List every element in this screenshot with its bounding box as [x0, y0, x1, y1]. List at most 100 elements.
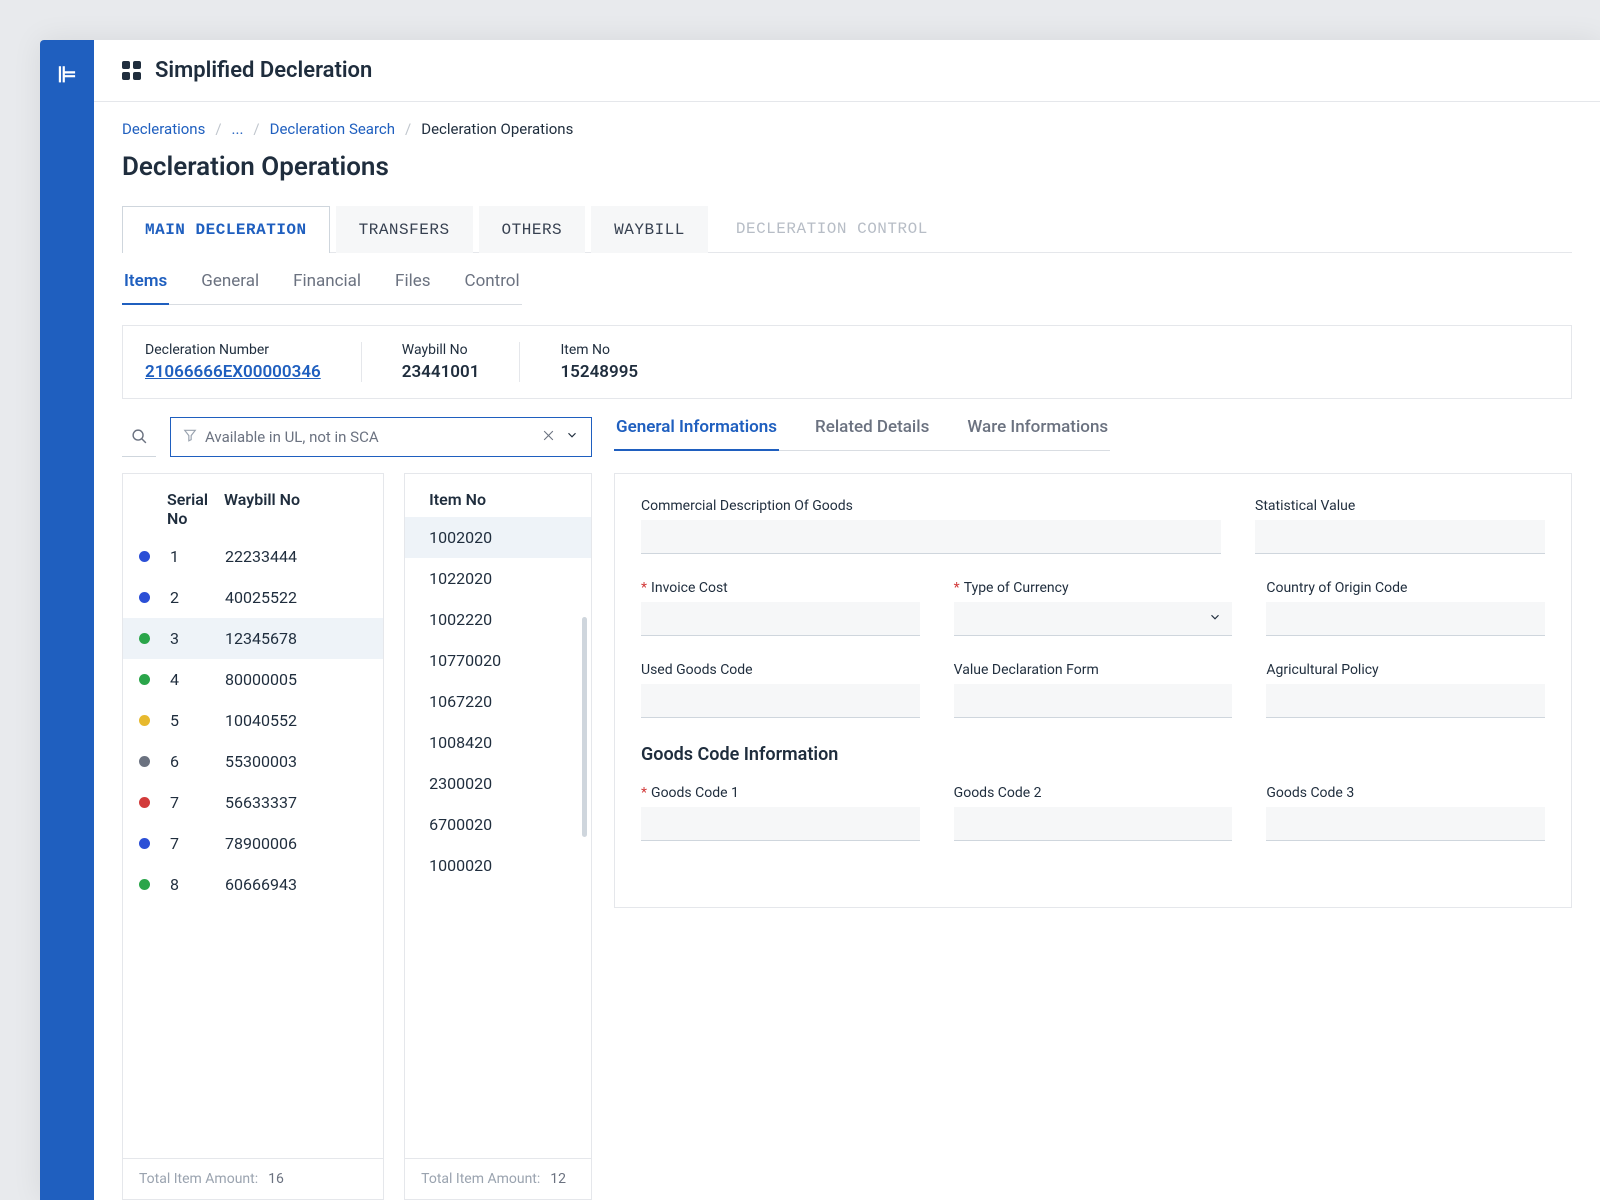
- cell-waybill: 80000005: [225, 670, 297, 689]
- field-type-currency: *Type of Currency: [954, 580, 1233, 636]
- filter-icon: [183, 428, 197, 446]
- item-list-panel: Item No 10020201022020100222010770020 106…: [404, 473, 592, 1200]
- used-goods-input[interactable]: [641, 684, 920, 718]
- origin-code-input[interactable]: [1266, 602, 1545, 636]
- footer-label: Total Item Amount:: [421, 1171, 540, 1187]
- type-currency-select[interactable]: [954, 602, 1233, 636]
- field-used-goods: Used Goods Code: [641, 662, 920, 718]
- table-row[interactable]: 1002020: [405, 517, 591, 558]
- cell-waybill: 56633337: [225, 793, 297, 812]
- app-title: Simplified Decleration: [155, 58, 372, 83]
- sidebar-rail: ⊫: [40, 40, 94, 1200]
- detail-tab-related-details[interactable]: Related Details: [813, 417, 931, 450]
- field-invoice-cost: *Invoice Cost: [641, 580, 920, 636]
- footer-label: Total Item Amount:: [139, 1171, 258, 1187]
- subtab-files[interactable]: Files: [393, 271, 432, 304]
- table-row[interactable]: 1067220: [405, 681, 591, 722]
- subtab-items[interactable]: Items: [122, 271, 169, 305]
- filter-select[interactable]: Available in UL, not in SCA: [170, 417, 592, 457]
- info-value: 15248995: [560, 362, 638, 382]
- cell-waybill: 22233444: [225, 547, 297, 566]
- goods-3-input[interactable]: [1266, 807, 1545, 841]
- field-label: Statistical Value: [1255, 498, 1545, 514]
- breadcrumb-root[interactable]: Declerations: [122, 120, 205, 138]
- commercial-desc-input[interactable]: [641, 520, 1221, 554]
- detail-tabs: General Informations Related Details Ware …: [614, 417, 1110, 451]
- cell-waybill: 55300003: [225, 752, 297, 771]
- left-column: Available in UL, not in SCA: [122, 417, 592, 1200]
- tab-main-decleration[interactable]: MAIN DECLERATION: [122, 206, 330, 253]
- breadcrumb-sep: /: [253, 120, 259, 138]
- table-row[interactable]: 6700020: [405, 804, 591, 845]
- table-row[interactable]: 860666943: [123, 864, 383, 905]
- status-dot-icon: [139, 879, 150, 890]
- info-label: Waybill No: [402, 342, 480, 358]
- table-row[interactable]: 312345678: [123, 618, 383, 659]
- search-icon: [131, 428, 148, 445]
- cell-item: 1067220: [429, 692, 492, 711]
- detail-tab-ware-informations[interactable]: Ware Informations: [965, 417, 1110, 450]
- table-row[interactable]: 10770020: [405, 640, 591, 681]
- cell-waybill: 12345678: [225, 629, 297, 648]
- search-button[interactable]: [122, 417, 156, 457]
- tab-transfers[interactable]: TRANSFERS: [336, 206, 473, 253]
- table-row[interactable]: 480000005: [123, 659, 383, 700]
- col-waybill: Waybill No: [224, 490, 300, 528]
- value-decl-input[interactable]: [954, 684, 1233, 718]
- tab-waybill[interactable]: WAYBILL: [591, 206, 708, 253]
- app-header: Simplified Decleration: [94, 40, 1600, 102]
- cell-serial: 6: [170, 752, 225, 771]
- invoice-cost-input[interactable]: [641, 602, 920, 636]
- table-row[interactable]: 1000020: [405, 845, 591, 886]
- list-header: Item No: [405, 474, 591, 517]
- table-row[interactable]: 2300020: [405, 763, 591, 804]
- cell-item: 2300020: [429, 774, 492, 793]
- table-row[interactable]: 1002220: [405, 599, 591, 640]
- table-row[interactable]: 240025522: [123, 577, 383, 618]
- table-row[interactable]: 756633337: [123, 782, 383, 823]
- work-row: Available in UL, not in SCA: [122, 417, 1572, 1200]
- subtab-financial[interactable]: Financial: [291, 271, 363, 304]
- main-area: Simplified Decleration Declerations / ..…: [94, 40, 1600, 1200]
- decl-number-link[interactable]: 21066666EX00000346: [145, 362, 321, 382]
- info-value: 23441001: [402, 362, 480, 382]
- list-body[interactable]: 10020201022020100222010770020 1067220 1008…: [405, 517, 591, 1158]
- field-value-decl: Value Declaration Form: [954, 662, 1233, 718]
- breadcrumb-ellipsis[interactable]: ...: [232, 120, 244, 138]
- table-row[interactable]: 510040552: [123, 700, 383, 741]
- table-row[interactable]: 655300003: [123, 741, 383, 782]
- info-item: Item No 15248995: [560, 342, 678, 382]
- statistical-value-input[interactable]: [1255, 520, 1545, 554]
- field-goods-3: Goods Code 3: [1266, 785, 1545, 841]
- app-window: ⊫ Simplified Decleration Declerations / …: [40, 40, 1600, 1200]
- field-agri-policy: Agricultural Policy: [1266, 662, 1545, 718]
- list-body[interactable]: 1222334442400255223123456784800000055100…: [123, 536, 383, 1158]
- detail-tab-general-informations[interactable]: General Informations: [614, 417, 779, 451]
- cell-waybill: 60666943: [225, 875, 297, 894]
- goods-2-input[interactable]: [954, 807, 1233, 841]
- cell-item: 1008420: [429, 733, 492, 752]
- footer-value: 12: [550, 1171, 566, 1187]
- table-row[interactable]: 122233444: [123, 536, 383, 577]
- filter-clear-button[interactable]: [542, 428, 555, 446]
- field-label: Value Declaration Form: [954, 662, 1233, 678]
- apps-grid-icon[interactable]: [122, 61, 141, 80]
- scrollbar-thumb[interactable]: [582, 617, 587, 837]
- goods-1-input[interactable]: [641, 807, 920, 841]
- breadcrumb-search[interactable]: Decleration Search: [270, 120, 395, 138]
- tab-others[interactable]: OTHERS: [479, 206, 586, 253]
- secondary-tabs: Items General Financial Files Control: [122, 271, 522, 305]
- field-label: Country of Origin Code: [1266, 580, 1545, 596]
- table-row[interactable]: 1008420: [405, 722, 591, 763]
- cell-item: 1000020: [429, 856, 492, 875]
- subtab-control[interactable]: Control: [463, 271, 522, 304]
- field-label: Goods Code 2: [954, 785, 1233, 801]
- subtab-general[interactable]: General: [199, 271, 261, 304]
- field-origin-code: Country of Origin Code: [1266, 580, 1545, 636]
- list-header: Serial No Waybill No: [123, 474, 383, 536]
- list-footer: Total Item Amount: 16: [123, 1158, 383, 1199]
- filter-expand-button[interactable]: [565, 428, 579, 446]
- agri-policy-input[interactable]: [1266, 684, 1545, 718]
- table-row[interactable]: 1022020: [405, 558, 591, 599]
- table-row[interactable]: 778900006: [123, 823, 383, 864]
